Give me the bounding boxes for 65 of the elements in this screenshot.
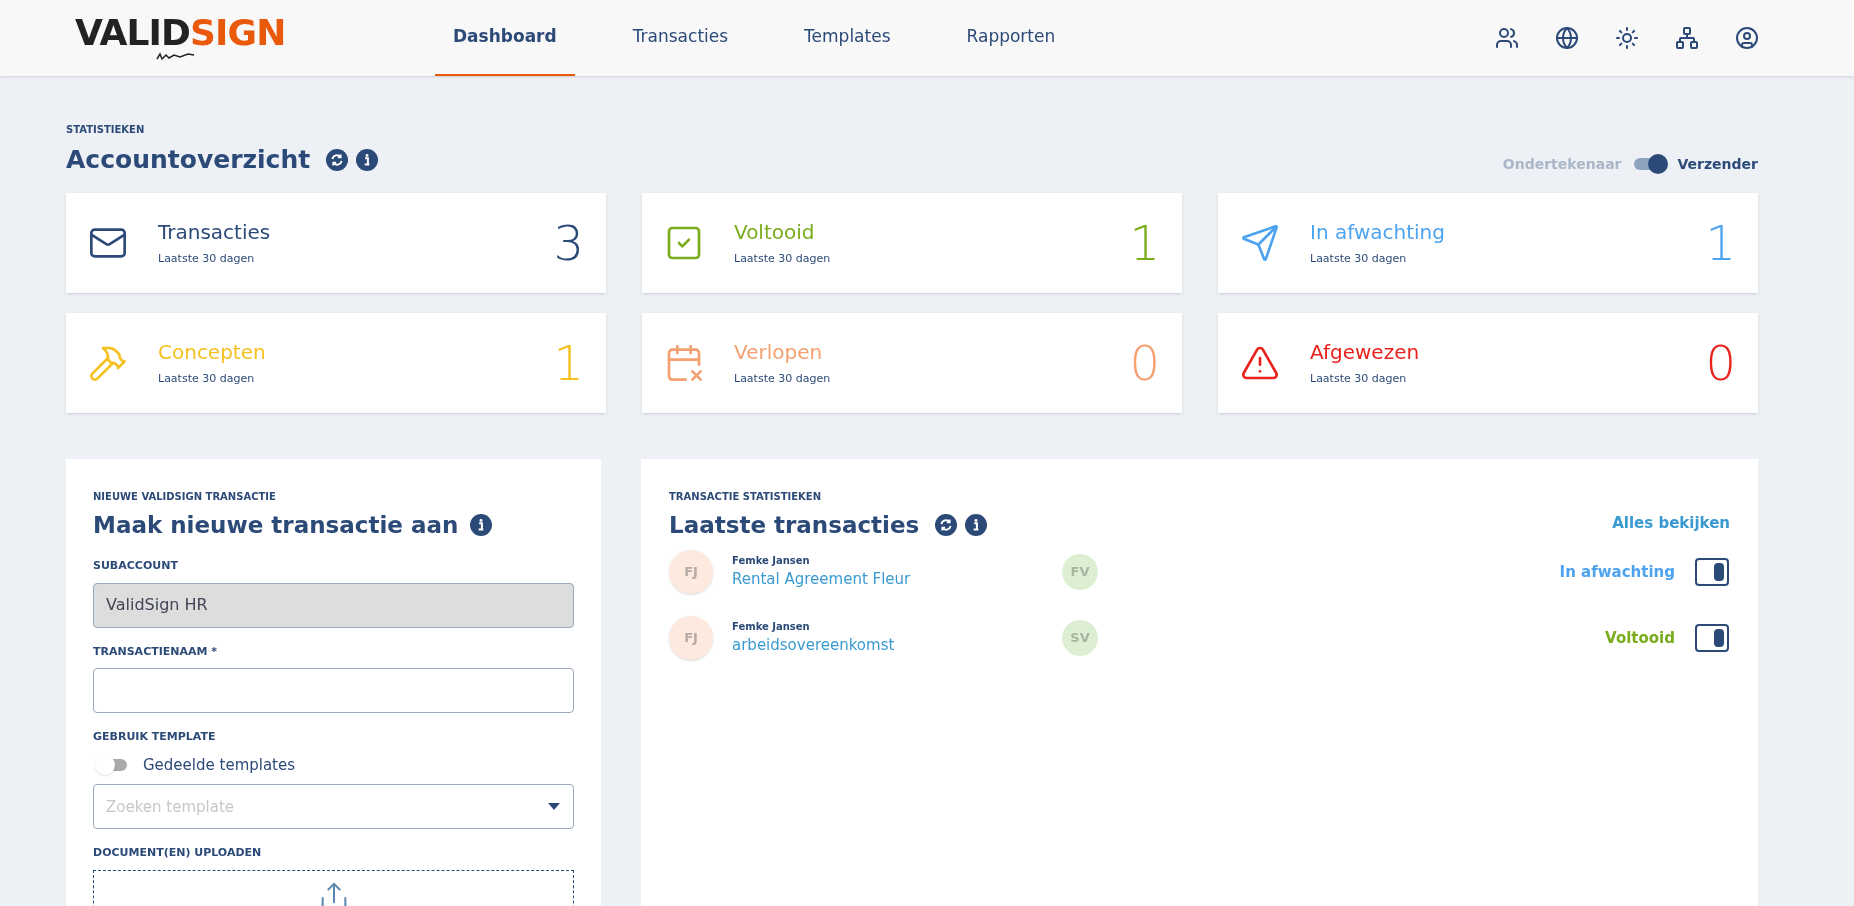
stat-title: Concepten: [158, 339, 266, 367]
signer-avatar: FV: [1062, 554, 1098, 590]
status-label: In afwachting: [1559, 561, 1675, 583]
avatar: FJ: [669, 616, 713, 660]
stat-title: Transacties: [158, 219, 271, 247]
refresh-icon[interactable]: [326, 148, 349, 171]
stat-subtitle: Laatste 30 dagen: [1310, 371, 1408, 388]
panel-title: Maak nieuwe transactie aan: [93, 510, 459, 540]
nav-tab[interactable]: Rapporten: [948, 0, 1074, 76]
globe-icon[interactable]: [1555, 26, 1579, 50]
panel-title: Laatste transacties: [669, 510, 920, 540]
sender-name: Femke Jansen: [732, 620, 811, 635]
account-icon[interactable]: [1735, 26, 1759, 50]
stat-title: Voltooid: [734, 219, 816, 247]
stat-subtitle: Laatste 30 dagen: [734, 371, 831, 388]
stat-count: 0: [1129, 333, 1160, 393]
dropdown-arrow-icon[interactable]: [548, 803, 560, 811]
stat-card[interactable]: Concepten Laatste 30 dagen 1: [66, 312, 606, 413]
info-icon[interactable]: [470, 513, 493, 536]
stat-count: 3: [553, 213, 584, 273]
stat-count: 1: [1705, 213, 1736, 273]
info-icon[interactable]: [965, 513, 988, 536]
status-label: Voltooid: [1605, 627, 1675, 649]
template-search-field[interactable]: Zoeken template: [93, 784, 574, 829]
logo: VALIDSIGN: [75, 15, 415, 61]
panel-toggle-icon[interactable]: [1695, 558, 1729, 586]
refresh-icon[interactable]: [935, 513, 958, 536]
stat-subtitle: Laatste 30 dagen: [734, 251, 831, 268]
stat-title: Verlopen: [734, 339, 824, 367]
avatar: FJ: [669, 550, 713, 594]
network-icon[interactable]: [1675, 26, 1699, 50]
nav-tab[interactable]: Templates: [786, 0, 909, 76]
stat-subtitle: Laatste 30 dagen: [158, 251, 256, 268]
toggle-label: Verzender: [1677, 154, 1758, 174]
users-icon[interactable]: [1495, 26, 1519, 50]
field-label: SUBACCOUNT: [93, 558, 179, 574]
stat-card[interactable]: Verlopen Laatste 30 dagen 0: [642, 312, 1182, 413]
stat-count: 1: [553, 333, 584, 393]
stat-card[interactable]: In afwachting Laatste 30 dagen 1: [1218, 192, 1758, 293]
stat-title: In afwachting: [1310, 219, 1445, 247]
stat-count: 1: [1129, 213, 1160, 273]
field-label: DOCUMENT(EN) UPLOADEN: [93, 845, 263, 861]
switch-label: Gedeelde templates: [143, 754, 296, 776]
section-label: STATISTIEKEN: [66, 123, 146, 137]
stat-card[interactable]: Voltooid Laatste 30 dagen 1: [642, 192, 1182, 293]
stat-count: 0: [1705, 333, 1736, 393]
stat-title: Afgewezen: [1310, 339, 1420, 367]
input-field[interactable]: [93, 668, 574, 713]
sun-icon[interactable]: [1615, 26, 1639, 50]
info-icon[interactable]: [356, 148, 379, 171]
signer-avatar: SV: [1062, 620, 1098, 656]
page-title: Accountoverzicht: [66, 144, 311, 176]
nav-tab[interactable]: Transacties: [614, 0, 747, 76]
section-label: NIEUWE VALIDSIGN TRANSACTIE: [93, 489, 277, 504]
toggle-label: Ondertekenaar: [1502, 154, 1622, 174]
field-label: GEBRUIK TEMPLATE: [93, 729, 217, 745]
stat-card[interactable]: Afgewezen Laatste 30 dagen 0: [1218, 312, 1758, 413]
sender-name: Femke Jansen: [732, 554, 811, 569]
stat-card[interactable]: Transacties Laatste 30 dagen 3: [66, 192, 606, 293]
section-label: TRANSACTIE STATISTIEKEN: [669, 489, 823, 504]
field-label: TRANSACTIENAAM *: [93, 643, 219, 660]
nav-tab[interactable]: Dashboard: [435, 0, 575, 76]
stat-subtitle: Laatste 30 dagen: [158, 371, 256, 388]
stat-subtitle: Laatste 30 dagen: [1310, 251, 1408, 268]
panel-toggle-icon[interactable]: [1695, 624, 1729, 652]
